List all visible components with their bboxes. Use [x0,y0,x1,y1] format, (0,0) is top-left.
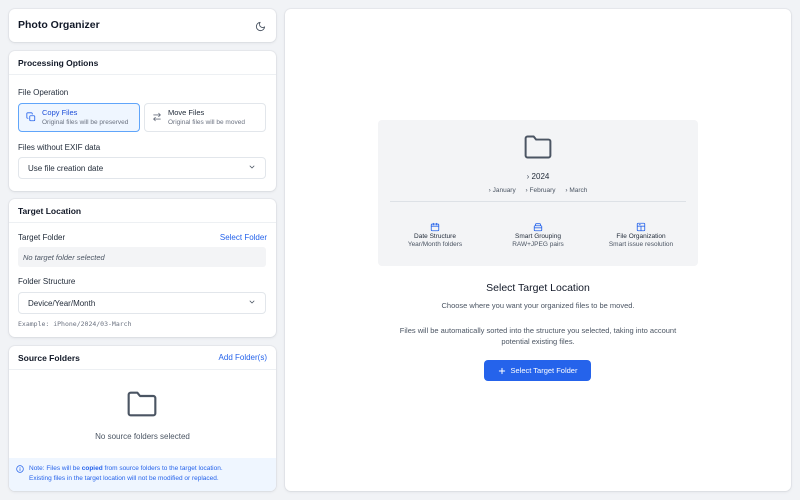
calendar-icon [386,219,484,232]
tree-months: › January › February › March [378,187,698,194]
move-files-subtitle: Original files will be moved [168,119,245,126]
tree-year: › 2024 [378,172,698,181]
tree-month: January [492,187,516,194]
chevron-down-icon [248,298,256,308]
feature-subtitle: RAW+JPEG pairs [512,241,564,248]
app-title: Photo Organizer [18,19,100,31]
copy-note-line1: Note: Files will be copied from source f… [29,464,268,474]
swap-arrows-icon [151,112,163,124]
source-folders-header: Source Folders Add Folder(s) [9,346,276,370]
folder-icon [126,390,158,423]
select-target-folder-button[interactable]: Select Target Folder [484,360,591,381]
feature-file-organization: File Organization Smart issue resolution [592,219,690,248]
copy-files-option[interactable]: Copy Files Original files will be preser… [18,103,140,132]
chevron-right-icon: › [488,187,491,194]
folder-structure-select[interactable]: Device/Year/Month [18,292,266,314]
feature-subtitle: Smart issue resolution [608,241,674,248]
plus-icon [498,367,506,375]
feature-smart-grouping: Smart Grouping RAW+JPEG pairs [489,219,587,248]
theme-toggle-button[interactable] [251,17,269,35]
move-files-title: Move Files [168,108,205,117]
main-description: Files will be automatically sorted into … [285,325,791,347]
chevron-right-icon: › [526,172,530,181]
app-header-card: Photo Organizer [9,9,276,42]
folder-structure-example: Example: iPhone/2024/03-March [18,320,132,328]
processing-options-card: Processing Options File Operation Copy F… [9,51,276,191]
processing-options-header: Processing Options [9,51,276,75]
tree-month: March [569,187,588,194]
select-folder-link[interactable]: Select Folder [220,233,267,242]
copy-note: Note: Files will be copied from source f… [9,458,276,491]
add-folders-button[interactable]: Add Folder(s) [219,353,267,362]
main-description-line2: potential existing files. [501,337,575,346]
moon-icon [255,21,265,31]
copy-files-subtitle: Original files will be preserved [42,119,129,126]
no-source-folders-text: No source folders selected [95,432,190,441]
main-heading: Select Target Location [486,282,590,294]
copy-note-line2: Existing files in the target location wi… [29,475,219,482]
tree-year-label: 2024 [531,172,550,181]
copy-note-prefix: Note: Files will be [29,465,82,472]
select-target-folder-label: Select Target Folder [510,366,578,375]
exif-label: Files without EXIF data [18,143,101,152]
target-location-card: Target Location Target Folder Select Fol… [9,199,276,337]
feature-title: File Organization [616,233,666,240]
chevron-right-icon: › [565,187,568,194]
copy-note-suffix: from source folders to the target locati… [102,465,223,472]
file-operation-label: File Operation [18,88,69,97]
source-folders-card: Source Folders Add Folder(s) No source f… [9,346,276,491]
feature-title: Smart Grouping [515,233,561,240]
exif-select-value: Use file creation date [28,163,104,173]
target-folder-value: No target folder selected [18,247,266,267]
chevron-right-icon: › [525,187,528,194]
grid-icon [592,219,690,232]
copy-icon [25,111,37,124]
target-location-header: Target Location [9,199,276,223]
source-folders-title: Source Folders [18,352,80,363]
folder-structure-value: Device/Year/Month [28,298,96,308]
stack-icon [489,219,587,232]
feature-subtitle: Year/Month folders [407,241,463,248]
tree-month: February [529,187,556,194]
main-description-line1: Files will be automatically sorted into … [399,326,677,335]
target-folder-placeholder: No target folder selected [23,252,105,262]
feature-title: Date Structure [414,233,456,240]
copy-files-title: Copy Files [42,108,78,117]
processing-options-title: Processing Options [18,57,99,68]
copy-note-bold: copied [81,465,103,472]
target-location-title: Target Location [18,205,82,216]
structure-preview: › 2024 › January › February › March Date… [378,120,698,266]
main-subheading: Choose where you want your organized fil… [441,301,635,310]
main-panel: › 2024 › January › February › March Date… [285,9,791,491]
exif-select[interactable]: Use file creation date [18,157,266,179]
folder-structure-label: Folder Structure [18,277,76,286]
folder-icon [523,134,553,165]
feature-date-structure: Date Structure Year/Month folders [386,219,484,248]
chevron-down-icon [248,163,256,173]
info-icon [16,465,24,477]
target-folder-label: Target Folder [18,233,66,242]
move-files-option[interactable]: Move Files Original files will be moved [144,103,266,132]
preview-divider [390,201,686,202]
